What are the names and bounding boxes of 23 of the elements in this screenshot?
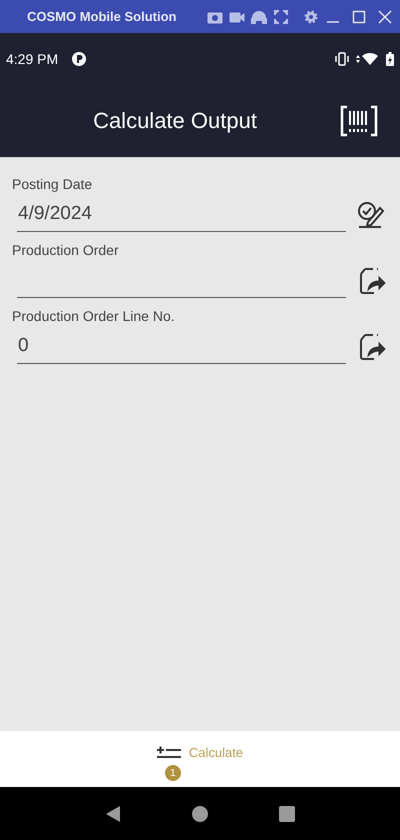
plus-minus-icon — [156, 746, 181, 760]
field-label: Production Order — [12, 242, 120, 258]
fullscreen-icon[interactable] — [272, 8, 288, 24]
battery-icon — [386, 52, 394, 66]
input-field[interactable]: 4/9/2024 — [17, 200, 346, 232]
page-title: Calculate Output — [92, 108, 258, 134]
recents-icon[interactable] — [278, 804, 296, 822]
maximize-icon[interactable] — [352, 10, 366, 24]
status-time: 4:29 PM — [6, 51, 58, 67]
field-label: Production Order Line No. — [12, 308, 176, 324]
close-icon[interactable] — [378, 10, 392, 24]
input-field[interactable]: 0 — [17, 332, 346, 364]
back-icon[interactable] — [104, 804, 122, 822]
edit-check-icon[interactable] — [356, 200, 386, 230]
home-icon[interactable] — [190, 804, 209, 822]
app-notification-icon — [71, 51, 88, 67]
vibrate-icon — [334, 52, 350, 66]
settings-icon[interactable] — [302, 8, 318, 24]
count-badge: 1 — [164, 765, 181, 781]
wifi-icon — [356, 52, 380, 66]
barcode-scan-icon[interactable] — [340, 105, 378, 137]
field-label: Posting Date — [12, 176, 94, 192]
window-title: COSMO Mobile Solution — [27, 9, 176, 24]
